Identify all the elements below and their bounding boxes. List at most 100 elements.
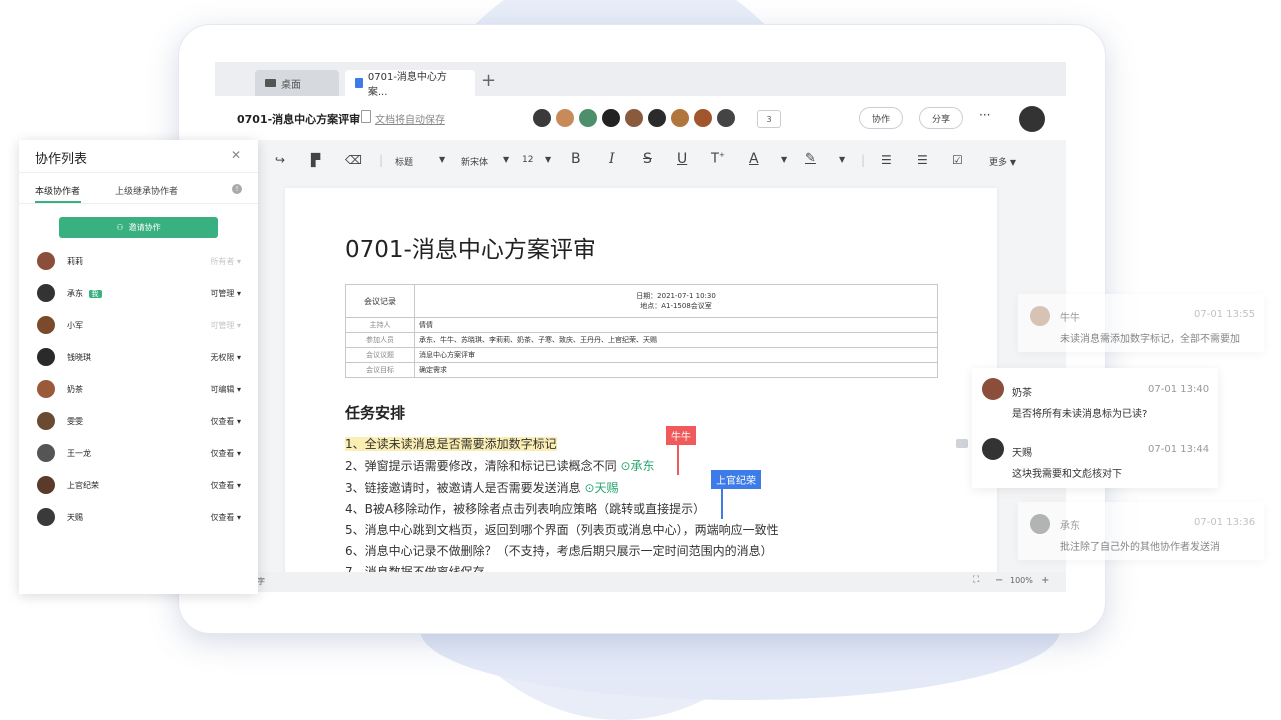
task-line[interactable]: 5、消息中心跳到文档页，返回到哪个界面（列表页或消息中心），两端响应一致性 bbox=[345, 521, 779, 538]
member-permission[interactable]: 仅查看 ▾ bbox=[189, 512, 241, 523]
chevron-down-icon[interactable]: ▼ bbox=[503, 155, 509, 164]
bullet-list-icon[interactable]: ☰ bbox=[917, 153, 928, 167]
task-line[interactable]: 3、链接邀请时，被邀请人是否需要发送消息 ⊙天赐 bbox=[345, 479, 619, 496]
font-family-label: 新宋体 bbox=[461, 158, 489, 168]
cursor-caret-blue bbox=[721, 489, 723, 519]
member-permission[interactable]: 仅查看 ▾ bbox=[189, 416, 241, 427]
format-painter-icon[interactable]: ▛ bbox=[311, 153, 320, 167]
member-row[interactable]: 小军 可管理 ▾ bbox=[19, 311, 258, 343]
comment-card[interactable]: 承东 07-01 13:36 批注除了自己外的其他协作者发送消 bbox=[1018, 502, 1264, 560]
comment-text: 未读消息需添加数字标记，全部不需要加 bbox=[1060, 334, 1240, 345]
viewer-avatar[interactable] bbox=[671, 109, 689, 127]
meeting-place: 地点：A1-1508会议室 bbox=[640, 302, 712, 310]
zoom-in-button[interactable]: + bbox=[1041, 575, 1049, 586]
comment-card[interactable]: 牛牛 07-01 13:55 未读消息需添加数字标记，全部不需要加 bbox=[1018, 294, 1264, 352]
member-permission-label: 仅查看 bbox=[210, 513, 235, 522]
member-row[interactable]: 钱晓琪 无权限 ▾ bbox=[19, 343, 258, 375]
viewer-avatar[interactable] bbox=[602, 109, 620, 127]
strikethrough-icon[interactable]: S bbox=[643, 151, 652, 167]
member-permission[interactable]: 仅查看 ▾ bbox=[189, 448, 241, 459]
table-row-value: 倩倩 bbox=[414, 317, 938, 333]
paragraph-style-select[interactable]: 标题 bbox=[395, 155, 413, 168]
task-line[interactable]: 1、全读未读消息是否需要添加数字标记 bbox=[345, 435, 557, 452]
viewer-avatar[interactable] bbox=[556, 109, 574, 127]
tab-desktop[interactable]: 桌面 bbox=[255, 70, 339, 96]
chevron-down-icon[interactable]: ▼ bbox=[439, 155, 445, 164]
new-tab-plus-icon[interactable]: + bbox=[481, 70, 496, 91]
tab-parent-collaborators[interactable]: 上级继承协作者 bbox=[115, 184, 178, 197]
panel-divider bbox=[19, 172, 258, 173]
user-avatar[interactable] bbox=[1019, 106, 1045, 132]
document-page[interactable]: 0701-消息中心方案评审 会议记录 日期：2021-07-1 10:30 地点… bbox=[285, 188, 997, 592]
mention-tianci[interactable]: 天赐 bbox=[595, 481, 619, 495]
comment-author: 天赐 bbox=[1012, 448, 1032, 459]
member-row[interactable]: 莉莉 所有者 ▾ bbox=[19, 247, 258, 279]
collaborator-panel: 协作列表 ✕ 本级协作者 上级继承协作者 ! ⚇ 邀请协作 莉莉 所有者 ▾ 承… bbox=[19, 140, 258, 594]
tab-bar: 桌面 0701-消息中心方案... + bbox=[215, 62, 1066, 98]
font-size-select[interactable]: 12 bbox=[522, 155, 533, 165]
more-options-icon[interactable]: ··· bbox=[979, 108, 990, 122]
autosave-status[interactable]: 文档将自动保存 bbox=[375, 111, 445, 126]
member-permission[interactable]: 仅查看 ▾ bbox=[189, 480, 241, 491]
member-permission[interactable]: 可管理 ▾ bbox=[189, 288, 241, 299]
zoom-out-button[interactable]: − bbox=[995, 575, 1003, 586]
italic-icon[interactable]: I bbox=[609, 151, 615, 167]
member-row[interactable]: 王一龙 仅查看 ▾ bbox=[19, 439, 258, 471]
viewer-avatar[interactable] bbox=[579, 109, 597, 127]
member-row[interactable]: 上官纪荣 仅查看 ▾ bbox=[19, 471, 258, 503]
chevron-down-icon[interactable]: ▼ bbox=[839, 155, 845, 164]
member-permission[interactable]: 可编辑 ▾ bbox=[189, 384, 241, 395]
comment-thread-card[interactable]: 奶茶 07-01 13:40 是否将所有未读消息标为已读? 天赐 07-01 1… bbox=[972, 368, 1218, 488]
avatar bbox=[37, 252, 55, 270]
invite-collaborator-button[interactable]: ⚇ 邀请协作 bbox=[59, 217, 218, 238]
chevron-down-icon[interactable]: ▼ bbox=[781, 155, 787, 164]
word-count: 字 bbox=[257, 577, 265, 586]
font-family-select[interactable]: 新宋体 bbox=[461, 155, 488, 168]
member-name-label: 承东 bbox=[67, 289, 83, 298]
underline-icon[interactable]: U bbox=[677, 151, 687, 167]
eraser-icon[interactable]: ⌫ bbox=[345, 153, 362, 167]
viewer-avatar[interactable] bbox=[694, 109, 712, 127]
close-icon[interactable]: ✕ bbox=[231, 148, 241, 162]
mention-chengdong[interactable]: 承东 bbox=[631, 459, 655, 473]
info-icon[interactable]: ! bbox=[232, 184, 242, 194]
formatting-toolbar: ↪ ▛ ⌫ | 标题 ▼ 新宋体 ▼ 12 ▼ B I S U T+ A ▼ ✎… bbox=[215, 140, 1066, 180]
tab-document[interactable]: 0701-消息中心方案... bbox=[345, 70, 475, 98]
viewer-avatar[interactable] bbox=[625, 109, 643, 127]
more-tools-button[interactable]: 更多 ▼ bbox=[989, 155, 1016, 168]
fullscreen-icon[interactable]: ⛶ bbox=[973, 575, 979, 585]
task-line[interactable]: 6、消息中心记录不做删除？（不支持，考虑后期只展示一定时间范围内的消息） bbox=[345, 542, 773, 559]
meeting-table: 会议记录 日期：2021-07-1 10:30 地点：A1-1508会议室 主持… bbox=[345, 284, 938, 378]
panel-title: 协作列表 bbox=[35, 152, 88, 167]
table-row-value: 消息中心方案评审 bbox=[414, 347, 938, 363]
checklist-icon[interactable]: ☑ bbox=[952, 153, 963, 167]
table-row-value: 确定需求 bbox=[414, 362, 938, 378]
meeting-table-header-value: 日期：2021-07-1 10:30 地点：A1-1508会议室 bbox=[414, 284, 938, 318]
member-row[interactable]: 承东 我 可管理 ▾ bbox=[19, 279, 258, 311]
viewer-avatar[interactable] bbox=[648, 109, 666, 127]
redo-icon[interactable]: ↪ bbox=[275, 153, 285, 167]
highlight-color-icon[interactable]: ✎ bbox=[805, 151, 816, 166]
add-user-icon: ⚇ bbox=[116, 223, 124, 232]
member-name: 上官纪荣 bbox=[67, 481, 99, 490]
task-line[interactable]: 2、弹窗提示语需要修改，清除和标记已读概念不同 ⊙承东 bbox=[345, 457, 655, 474]
task-line[interactable]: 4、B被A移除动作，被移除者点击列表响应策略（跳转或直接提示） bbox=[345, 500, 705, 517]
comment-marker-icon[interactable] bbox=[956, 439, 968, 448]
member-row[interactable]: 天赐 仅查看 ▾ bbox=[19, 503, 258, 535]
bold-icon[interactable]: B bbox=[571, 151, 581, 167]
tab-current-collaborators[interactable]: 本级协作者 bbox=[35, 184, 80, 197]
member-row[interactable]: 奶茶 可编辑 ▾ bbox=[19, 375, 258, 407]
viewer-count[interactable]: 3 bbox=[757, 110, 781, 128]
viewer-avatar[interactable] bbox=[717, 109, 735, 127]
share-button[interactable]: 分享 bbox=[919, 107, 963, 129]
collaborate-button[interactable]: 协作 bbox=[859, 107, 903, 129]
member-row[interactable]: 雯雯 仅查看 ▾ bbox=[19, 407, 258, 439]
font-size-label: 12 bbox=[522, 155, 534, 165]
ordered-list-icon[interactable]: ☰ bbox=[881, 153, 892, 167]
superscript-icon[interactable]: T+ bbox=[711, 151, 725, 166]
viewer-avatar[interactable] bbox=[533, 109, 551, 127]
member-permission[interactable]: 无权限 ▾ bbox=[189, 352, 241, 363]
chevron-down-icon[interactable]: ▼ bbox=[545, 155, 551, 164]
self-badge: 我 bbox=[88, 290, 102, 298]
font-color-icon[interactable]: A bbox=[749, 151, 759, 167]
